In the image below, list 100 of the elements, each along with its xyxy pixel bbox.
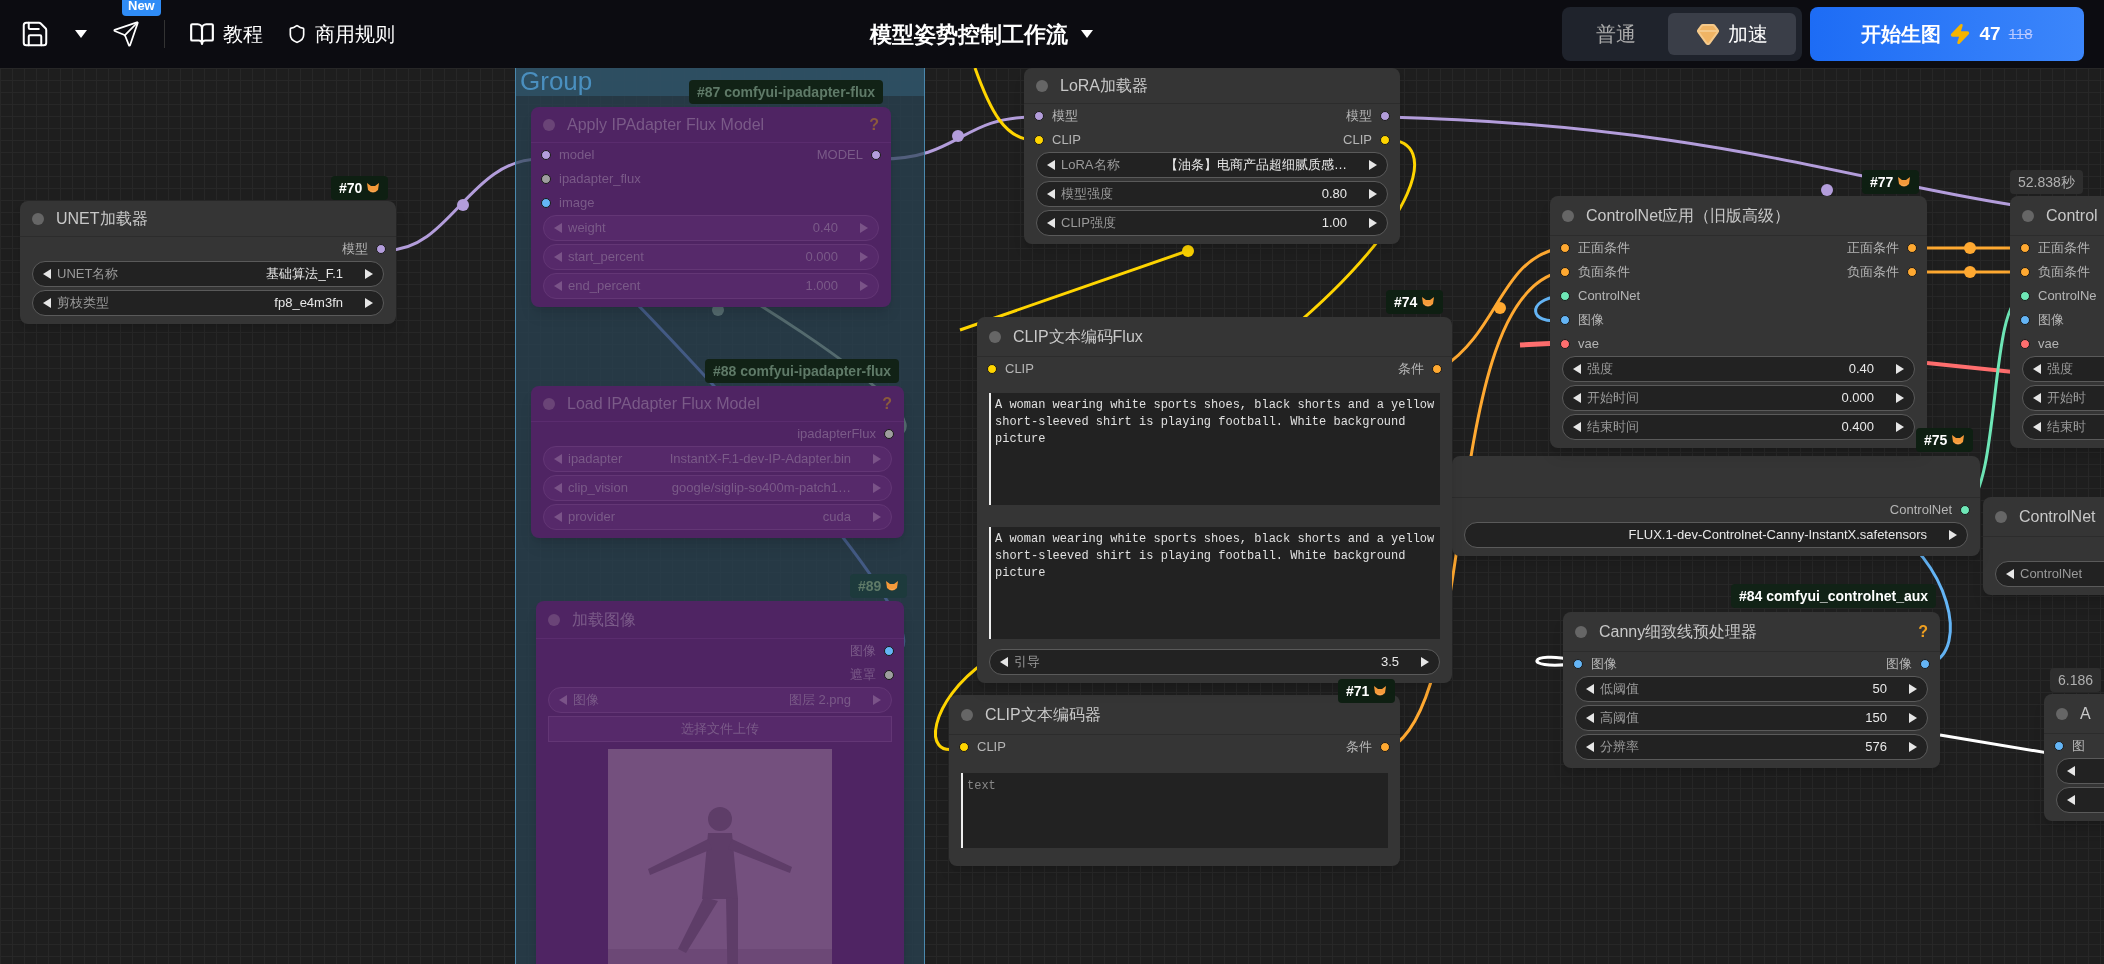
output-label: 模型 <box>1346 107 1372 126</box>
output-label: CLIP <box>1343 131 1372 150</box>
left-arrow-icon[interactable] <box>1045 159 1057 171</box>
graph-node[interactable] <box>977 317 1452 683</box>
value-widget[interactable]: 模型强度 0.80 <box>1036 181 1388 207</box>
mode-tab[interactable]: 普通 <box>1568 13 1664 55</box>
left-arrow-icon[interactable] <box>1584 712 1596 724</box>
mode-tab[interactable]: 加速 <box>1668 13 1796 55</box>
graph-node[interactable]: ControlNet ControlNet <box>1983 497 2104 595</box>
input-label: 负面条件 <box>1578 263 1630 282</box>
output-label: ControlNet <box>1889 501 1952 520</box>
graph-node[interactable]: Canny细致线预处理器 ? 图像 图像 低阈值 50 高阈值 150 分辨率 576 <box>1563 612 1940 768</box>
value-widget[interactable]: CLIP强度 1.00 <box>1036 210 1388 236</box>
right-arrow-icon[interactable] <box>1894 363 1906 375</box>
right-arrow-icon[interactable] <box>363 268 375 280</box>
graph-node[interactable]: LoRA加载器 模型 模型 CLIP CLIP LoRA名称 【油条】电商产品超细腻质感… 模型强度 0.80 CLIP强度 1.00 <box>1024 68 1400 244</box>
left-arrow-icon[interactable] <box>41 297 53 309</box>
right-arrow-icon[interactable] <box>1367 217 1379 229</box>
node-title: ControlNet应用（旧版高级） <box>1586 205 1791 226</box>
prompt-field[interactable]: text <box>961 773 1388 848</box>
right-arrow-icon[interactable] <box>1907 741 1919 753</box>
node-title: A <box>2080 703 2091 724</box>
input-label: vae <box>1578 335 1599 354</box>
save-icon[interactable] <box>20 19 50 49</box>
send-icon[interactable] <box>112 20 140 48</box>
value-widget[interactable]: 剪枝类型 fp8_e4m3fn <box>32 290 384 316</box>
graph-node[interactable]: Control 正面条件 负面条件 ControlNe 图像 vae 强度 开始时 结束时 <box>2010 196 2104 448</box>
node-badge: #87 comfyui-ipadapter-flux <box>689 80 884 104</box>
graph-node[interactable]: UNET加载器 模型 UNET名称 基础算法_F.1 剪枝类型 fp8_e4m3fn <box>20 201 396 324</box>
left-arrow-icon[interactable] <box>2031 392 2043 404</box>
right-arrow-icon[interactable] <box>1419 656 1431 668</box>
node-badge: #88 comfyui-ipadapter-flux <box>705 359 900 383</box>
node-title: UNET加载器 <box>56 208 148 229</box>
prompt-field[interactable]: A woman wearing white sports shoes, black shorts and a yellow short-sleeved shirt is playing football. White background picture <box>989 527 1440 639</box>
input-label: vae <box>2038 335 2059 354</box>
input-label: 图 <box>2072 737 2085 756</box>
prompt-field[interactable]: A woman wearing white sports shoes, black shorts and a yellow short-sleeved shirt is playing football. White background picture <box>989 393 1440 505</box>
left-arrow-icon[interactable] <box>1584 741 1596 753</box>
left-arrow-icon[interactable] <box>2004 568 2016 580</box>
left-arrow-icon[interactable] <box>1571 392 1583 404</box>
left-arrow-icon[interactable] <box>1571 363 1583 375</box>
input-label: ControlNe <box>2038 287 2097 306</box>
left-arrow-icon[interactable] <box>1045 188 1057 200</box>
value-widget[interactable]: 结束时 <box>2022 414 2104 440</box>
workflow-title[interactable]: 模型姿势控制工作流 <box>870 17 1094 51</box>
left-arrow-icon[interactable] <box>2065 794 2077 806</box>
right-arrow-icon[interactable] <box>1907 683 1919 695</box>
caret-icon[interactable] <box>74 29 88 39</box>
value-widget[interactable]: 低阈值 50 <box>1575 676 1928 702</box>
value-widget[interactable]: ControlNet <box>1995 561 2104 587</box>
right-arrow-icon[interactable] <box>1894 392 1906 404</box>
run-button[interactable]: 开始生图 47 118 <box>1810 7 2084 61</box>
node-badge: #89 <box>850 574 908 598</box>
value-widget[interactable]: 开始时间 0.000 <box>1562 385 1915 411</box>
right-arrow-icon[interactable] <box>1947 529 1959 541</box>
right-arrow-icon[interactable] <box>1907 712 1919 724</box>
node-badge: #70 <box>331 176 389 200</box>
right-arrow-icon[interactable] <box>1894 421 1906 433</box>
left-arrow-icon[interactable] <box>1045 217 1057 229</box>
output-label: 条件 <box>1398 360 1424 379</box>
node-badge: #77 <box>1862 170 1920 194</box>
fox-icon <box>1897 175 1912 189</box>
right-arrow-icon[interactable] <box>1367 159 1379 171</box>
left-arrow-icon[interactable] <box>2031 363 2043 375</box>
graph-node[interactable]: A 图 <box>2044 694 2104 821</box>
value-widget[interactable]: LoRA名称 【油条】电商产品超细腻质感… <box>1036 152 1388 178</box>
graph-node[interactable]: CLIP文本编码器 CLIP 条件 text <box>949 695 1400 866</box>
help-icon[interactable]: ? <box>1918 619 1928 644</box>
output-label: 模型 <box>342 240 368 259</box>
value-widget[interactable]: FLUX.1-dev-Controlnet-Canny-InstantX.safetensors <box>1464 522 1968 548</box>
input-label: 模型 <box>1052 107 1078 126</box>
value-widget[interactable]: 引导 3.5 <box>989 649 1440 675</box>
toolbar-link[interactable]: 教程 <box>189 19 263 49</box>
right-arrow-icon[interactable] <box>1367 188 1379 200</box>
node-canvas[interactable] <box>0 68 2104 964</box>
left-arrow-icon[interactable] <box>1571 421 1583 433</box>
value-widget[interactable]: 强度 <box>2022 356 2104 382</box>
node-badge: #74 <box>1386 290 1444 314</box>
value-widget[interactable]: 结束时间 0.400 <box>1562 414 1915 440</box>
value-widget[interactable]: UNET名称 基础算法_F.1 <box>32 261 384 287</box>
left-arrow-icon[interactable] <box>998 656 1010 668</box>
value-widget[interactable]: 强度 0.40 <box>1562 356 1915 382</box>
value-widget[interactable]: 分辨率 576 <box>1575 734 1928 760</box>
value-widget[interactable]: 高阈值 150 <box>1575 705 1928 731</box>
left-arrow-icon[interactable] <box>41 268 53 280</box>
left-arrow-icon[interactable] <box>1584 683 1596 695</box>
fox-icon <box>885 579 900 593</box>
output-label: 负面条件 <box>1847 263 1899 282</box>
graph-node[interactable]: ControlNet FLUX.1-dev-Controlnet-Canny-InstantX.safetensors <box>1452 456 1980 556</box>
value-widget[interactable]: 开始时 <box>2022 385 2104 411</box>
input-label: CLIP <box>977 738 1006 757</box>
input-label: 负面条件 <box>2038 263 2090 282</box>
node-title: CLIP文本编码Flux <box>1013 326 1143 347</box>
left-arrow-icon[interactable] <box>2031 421 2043 433</box>
right-arrow-icon[interactable] <box>363 297 375 309</box>
node-group[interactable] <box>515 68 925 964</box>
toolbar-link[interactable]: 商用规则 <box>287 19 395 49</box>
input-label: 正面条件 <box>1578 239 1630 258</box>
input-label: ControlNet <box>1578 287 1641 306</box>
left-arrow-icon[interactable] <box>2065 765 2077 777</box>
